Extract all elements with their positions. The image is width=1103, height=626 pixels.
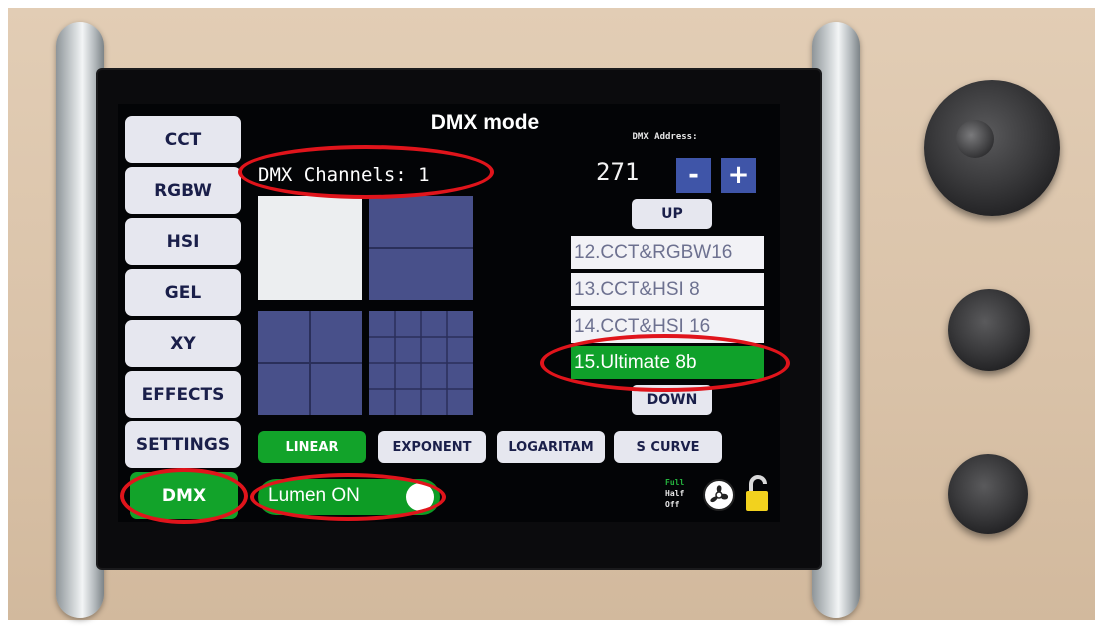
sidebar-item-label: XY <box>170 333 196 354</box>
middle-rotary-knob[interactable] <box>948 289 1030 371</box>
fan-mode-half: Half <box>665 489 685 498</box>
up-button-label: UP <box>661 206 683 222</box>
left-handle <box>56 22 104 618</box>
plus-icon: + <box>727 160 750 190</box>
lower-rotary-knob[interactable] <box>948 454 1028 534</box>
channel-preview-2x2 <box>258 311 362 415</box>
fan-icon[interactable] <box>702 478 736 512</box>
mode-list-item[interactable]: 12.CCT&RGBW16 <box>571 236 764 269</box>
curve-button-label: LINEAR <box>285 439 339 455</box>
mode-list-item-label: 13.CCT&HSI 8 <box>574 279 700 300</box>
sidebar-item-settings[interactable]: SETTINGS <box>125 421 241 468</box>
mode-list-item-label: 12.CCT&RGBW16 <box>574 242 733 263</box>
sidebar-item-label: SETTINGS <box>135 434 231 455</box>
grid-lines-icon <box>369 247 473 249</box>
sidebar-item-label: GEL <box>164 282 202 303</box>
dmx-address-decrement-button[interactable]: - <box>676 158 711 193</box>
down-button-label: DOWN <box>646 392 698 408</box>
curve-button-label: S CURVE <box>636 439 700 455</box>
channel-preview-2x1 <box>369 196 473 300</box>
minus-icon: - <box>688 160 699 190</box>
sidebar-item-label: HSI <box>166 231 200 252</box>
fan-mode-full: Full <box>665 478 685 487</box>
mode-list-item-selected[interactable]: 15.Ultimate 8b <box>571 346 764 379</box>
large-rotary-knob[interactable] <box>924 80 1060 216</box>
sidebar-item-label: DMX <box>161 485 207 506</box>
dmx-address-increment-button[interactable]: + <box>721 158 756 193</box>
channel-preview-4x4 <box>369 311 473 415</box>
toggle-knob <box>406 483 434 511</box>
mode-list-item[interactable]: 14.CCT&HSI 16 <box>571 310 764 343</box>
mode-list-up-button[interactable]: UP <box>632 199 712 229</box>
mode-list-item-label: 14.CCT&HSI 16 <box>574 316 711 337</box>
curve-logaritam-button[interactable]: LOGARITAM <box>497 431 605 463</box>
curve-exponent-button[interactable]: EXPONENT <box>378 431 486 463</box>
knob-dimple <box>956 120 994 158</box>
dmx-address-value: 271 <box>596 158 640 186</box>
lumen-toggle[interactable]: Lumen ON <box>258 479 440 515</box>
unlocked-padlock-icon[interactable] <box>744 474 772 514</box>
sidebar-item-xy[interactable]: XY <box>125 320 241 367</box>
grid-lines-icon <box>369 311 473 415</box>
sidebar-item-label: RGBW <box>154 180 212 201</box>
sidebar-item-rgbw[interactable]: RGBW <box>125 167 241 214</box>
curve-s-curve-button[interactable]: S CURVE <box>614 431 722 463</box>
sidebar-item-effects[interactable]: EFFECTS <box>125 371 241 418</box>
dmx-address-label: DMX Address: <box>632 132 698 142</box>
mode-list-item-label: 15.Ultimate 8b <box>574 352 697 373</box>
curve-linear-button[interactable]: LINEAR <box>258 431 366 463</box>
sidebar-item-cct[interactable]: CCT <box>125 116 241 163</box>
grid-lines-icon <box>258 311 362 415</box>
sidebar-item-label: CCT <box>164 129 202 150</box>
sidebar-item-gel[interactable]: GEL <box>125 269 241 316</box>
sidebar-item-dmx[interactable]: DMX <box>130 472 238 519</box>
curve-button-label: LOGARITAM <box>508 439 594 455</box>
curve-button-label: EXPONENT <box>392 439 472 455</box>
mode-list-item[interactable]: 13.CCT&HSI 8 <box>571 273 764 306</box>
sidebar-item-hsi[interactable]: HSI <box>125 218 241 265</box>
sidebar-item-label: EFFECTS <box>141 384 225 405</box>
fan-mode-off: Off <box>665 500 680 509</box>
page-title: DMX mode <box>430 111 540 134</box>
mode-list-down-button[interactable]: DOWN <box>632 385 712 415</box>
lumen-toggle-label: Lumen ON <box>268 485 360 506</box>
channel-preview-1x1 <box>258 196 362 300</box>
dmx-channels-readout: DMX Channels: 1 <box>258 164 430 186</box>
